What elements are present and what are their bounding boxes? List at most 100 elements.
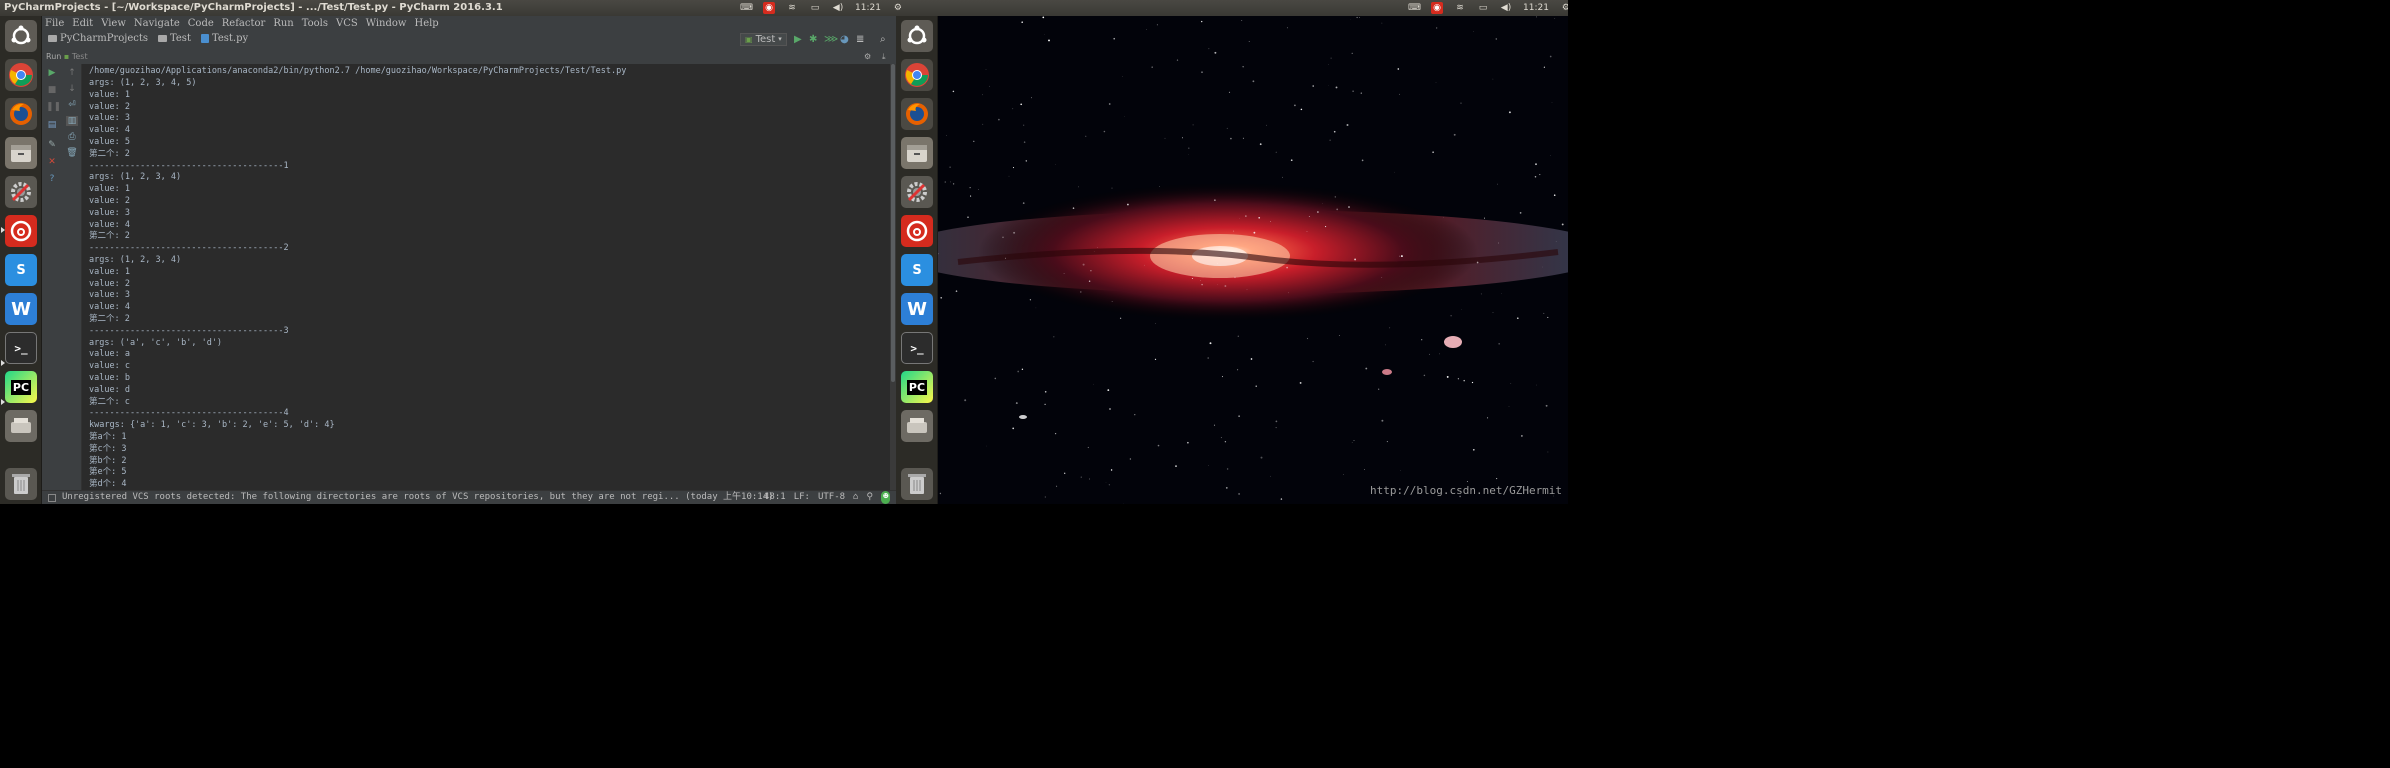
inspector-icon[interactable]: ☻	[881, 491, 891, 504]
drive-icon[interactable]	[901, 410, 933, 442]
menu-run[interactable]: Run	[273, 18, 293, 29]
top-panel-right: ⌨ ◉ ≋ ▭ ◀) 11:21 ⚙	[938, 0, 1568, 16]
files-icon[interactable]	[901, 137, 933, 169]
keyboard-icon[interactable]: ⌨	[1408, 3, 1421, 13]
chrome-icon[interactable]	[5, 59, 37, 91]
sogou-pinyin-icon[interactable]: S	[5, 254, 37, 286]
pause-icon[interactable]: ❚❚	[46, 102, 61, 112]
console-line: args: (1, 2, 3, 4)	[89, 172, 182, 183]
vcs-icon[interactable]: ≣	[856, 35, 864, 45]
keyboard-icon[interactable]: ⌨	[740, 3, 753, 13]
run-icon[interactable]: ▶	[794, 35, 802, 45]
scroll-to-end-icon[interactable]: ▥	[66, 116, 78, 126]
search-icon[interactable]: ⌕	[880, 35, 886, 45]
console-line: value: 2	[89, 101, 130, 112]
profile-icon[interactable]: ◕	[840, 35, 849, 45]
breadcrumb-folder[interactable]: Test	[158, 33, 191, 44]
clock[interactable]: 11:21	[1523, 0, 1549, 16]
trash-icon[interactable]	[901, 468, 933, 500]
print-icon[interactable]: ⎙	[66, 132, 78, 142]
volume-icon[interactable]: ◀)	[1500, 3, 1512, 13]
trash-icon[interactable]	[5, 468, 37, 500]
netease-music-tray-icon[interactable]: ◉	[1431, 2, 1443, 14]
watermark: http://blog.csdn.net/GZHermit	[1370, 484, 1563, 497]
pin-icon[interactable]: ✎	[46, 140, 58, 150]
console-lines: args: (1, 2, 3, 4, 5) value: 1 value: 2 val…	[89, 78, 335, 490]
menu-help[interactable]: Help	[414, 18, 438, 29]
firefox-icon[interactable]	[901, 98, 933, 130]
arrow-up-icon[interactable]: ↑	[66, 68, 78, 78]
soft-wrap-icon[interactable]: ⏎	[66, 100, 78, 110]
menu-view[interactable]: View	[101, 18, 126, 29]
run-actions-toolbar: ▶ ■ ❚❚ ▤ ✎ ✕ ?	[42, 64, 62, 490]
pycharm-icon[interactable]: PC	[901, 371, 933, 403]
system-settings-icon[interactable]	[5, 176, 37, 208]
rerun-icon[interactable]: ▶	[46, 68, 58, 78]
scrollbar-thumb[interactable]	[891, 64, 895, 382]
folder-icon	[48, 35, 57, 42]
close-icon[interactable]: ✕	[46, 157, 58, 167]
coverage-icon[interactable]: ⋙	[824, 35, 838, 45]
run-config-dropdown[interactable]: ▣ Test ▾	[740, 33, 787, 46]
terminal-icon[interactable]: >_	[901, 332, 933, 364]
console-line: value: 1	[89, 89, 130, 100]
wps-writer-icon[interactable]: W	[5, 293, 37, 325]
menu-window[interactable]: Window	[366, 18, 407, 29]
netease-music-tray-icon[interactable]: ◉	[763, 2, 775, 14]
ubuntu-dash-icon[interactable]	[901, 20, 933, 52]
drive-icon[interactable]	[5, 410, 37, 442]
system-tray-left: ⌨ ◉ ≋ ▭ ◀) 11:21 ⚙	[740, 0, 904, 16]
ubuntu-dash-icon[interactable]	[5, 20, 37, 52]
breadcrumb-file[interactable]: Test.py	[200, 33, 248, 44]
wifi-icon[interactable]: ≋	[786, 3, 798, 13]
netease-music-icon[interactable]	[5, 215, 37, 247]
lock-icon[interactable]: ⌂	[853, 491, 858, 504]
files-icon[interactable]	[5, 137, 37, 169]
menu-navigate[interactable]: Navigate	[134, 18, 180, 29]
gear-icon[interactable]: ⚙	[892, 3, 904, 13]
hide-panel-icon[interactable]: ⤓	[882, 50, 886, 64]
clock[interactable]: 11:21	[855, 0, 881, 16]
console-actions-toolbar: ↑ ↓ ⏎ ▥ ⎙ 🗑	[62, 64, 82, 490]
wifi-icon[interactable]: ≋	[1454, 3, 1466, 13]
menu-vcs[interactable]: VCS	[336, 18, 358, 29]
help-icon[interactable]: ?	[46, 174, 58, 184]
file-encoding[interactable]: UTF-8	[818, 491, 845, 504]
battery-icon[interactable]: ▭	[809, 3, 821, 13]
menu-file[interactable]: File	[45, 18, 64, 29]
clear-all-icon[interactable]: 🗑	[66, 148, 78, 158]
tool-windows-icon[interactable]	[48, 494, 56, 502]
settings-gear-icon[interactable]: ⚙	[864, 50, 871, 64]
caret-position[interactable]: 48:1	[764, 491, 786, 504]
volume-icon[interactable]: ◀)	[832, 3, 844, 13]
menu-code[interactable]: Code	[188, 18, 214, 29]
run-command: /home/guozihao/Applications/anaconda2/bi…	[89, 66, 627, 76]
battery-icon[interactable]: ▭	[1477, 3, 1489, 13]
wps-writer-icon[interactable]: W	[901, 293, 933, 325]
vcs-notification[interactable]: Unregistered VCS roots detected: The fol…	[62, 491, 774, 504]
git-icon[interactable]: ⚲	[866, 491, 873, 504]
stop-icon[interactable]: ■	[46, 85, 58, 95]
menu-refactor[interactable]: Refactor	[222, 18, 266, 29]
dump-threads-icon[interactable]: ▤	[46, 120, 58, 130]
menu-bar: File Edit View Navigate Code Refactor Ru…	[42, 16, 896, 31]
debug-icon[interactable]: ✱	[809, 35, 817, 45]
menu-tools[interactable]: Tools	[302, 18, 328, 29]
run-tab-label[interactable]: Run	[46, 52, 61, 61]
breadcrumb-project[interactable]: PyCharmProjects	[48, 33, 148, 44]
console-output[interactable]: /home/guozihao/Applications/anaconda2/bi…	[82, 64, 890, 490]
menu-edit[interactable]: Edit	[72, 18, 93, 29]
system-settings-icon[interactable]	[901, 176, 933, 208]
firefox-icon[interactable]	[5, 98, 37, 130]
run-config-label[interactable]: Test	[72, 52, 88, 61]
pycharm-icon[interactable]: PC	[5, 371, 37, 403]
line-separator[interactable]: LF:	[794, 491, 810, 504]
chrome-icon[interactable]	[901, 59, 933, 91]
sogou-pinyin-icon[interactable]: S	[901, 254, 933, 286]
arrow-down-icon[interactable]: ↓	[66, 84, 78, 94]
console-line: --------------------------------------1	[89, 160, 289, 171]
terminal-icon[interactable]: >_	[5, 332, 37, 364]
console-line: value: 4	[89, 302, 130, 313]
netease-music-icon[interactable]	[901, 215, 933, 247]
gear-icon[interactable]: ⚙	[1560, 3, 1568, 13]
